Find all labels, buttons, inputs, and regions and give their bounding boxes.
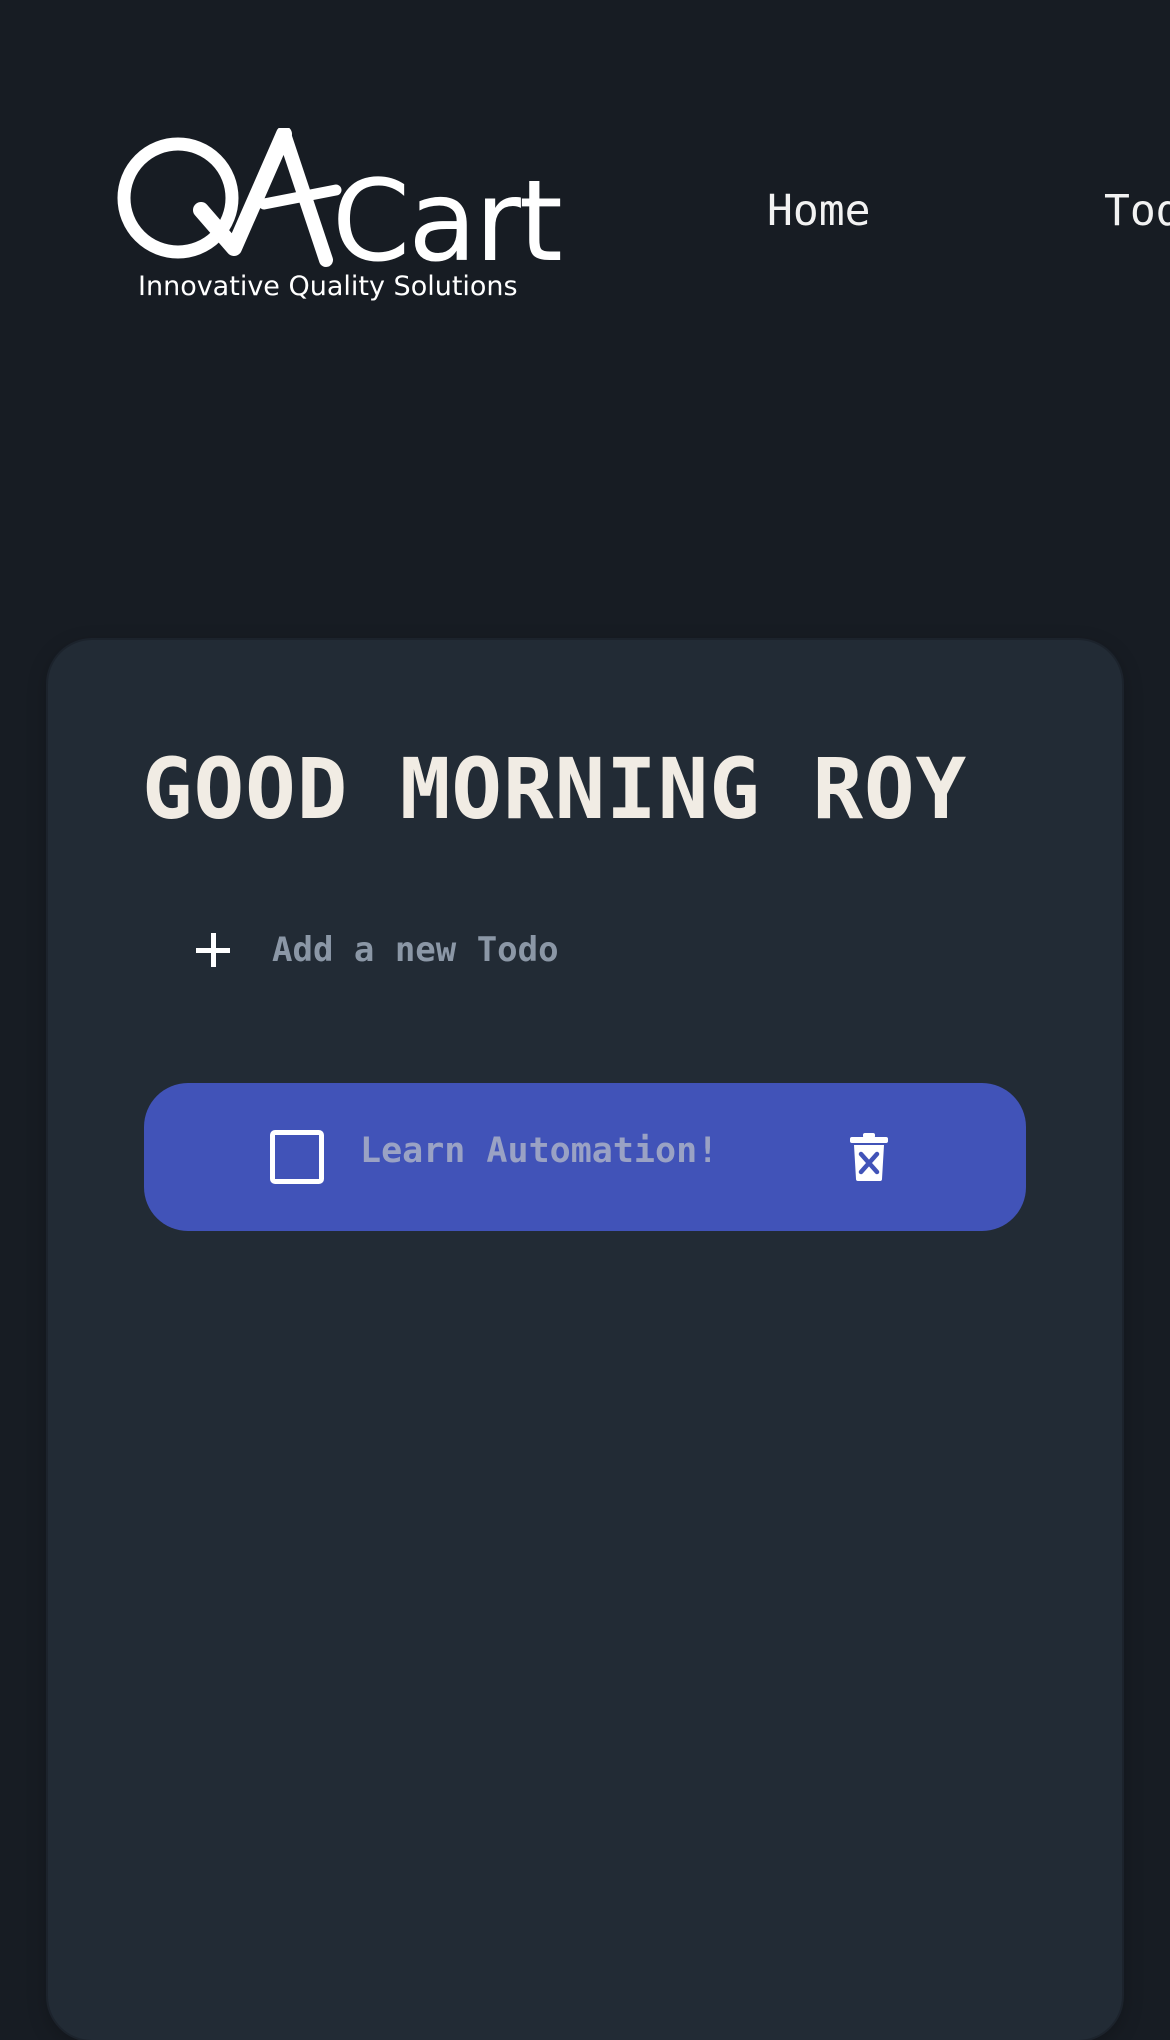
site-header: Cart Innovative Quality Solutions Home T… — [0, 0, 1170, 360]
todo-checkbox[interactable] — [270, 1130, 324, 1184]
trash-icon[interactable] — [848, 1132, 890, 1182]
todo-item-text: Learn Automation! — [360, 1131, 719, 1171]
qacart-logo-mark: Cart Innovative Quality Solutions — [117, 128, 563, 302]
todo-card: GOOD MORNING ROY Learn Automation! — [48, 640, 1122, 2040]
new-todo-input[interactable] — [272, 930, 912, 970]
nav-todo-link[interactable]: Todo — [1104, 186, 1170, 236]
svg-text:Cart: Cart — [332, 157, 561, 287]
nav-home-link[interactable]: Home — [767, 186, 871, 236]
greeting-heading: GOOD MORNING ROY — [142, 740, 968, 838]
logo-tagline: Innovative Quality Solutions — [138, 271, 518, 302]
plus-icon[interactable] — [188, 925, 238, 975]
qacart-logo[interactable]: Cart Innovative Quality Solutions — [116, 128, 566, 308]
todo-item: Learn Automation! — [144, 1083, 1026, 1231]
new-todo-form — [176, 910, 976, 990]
